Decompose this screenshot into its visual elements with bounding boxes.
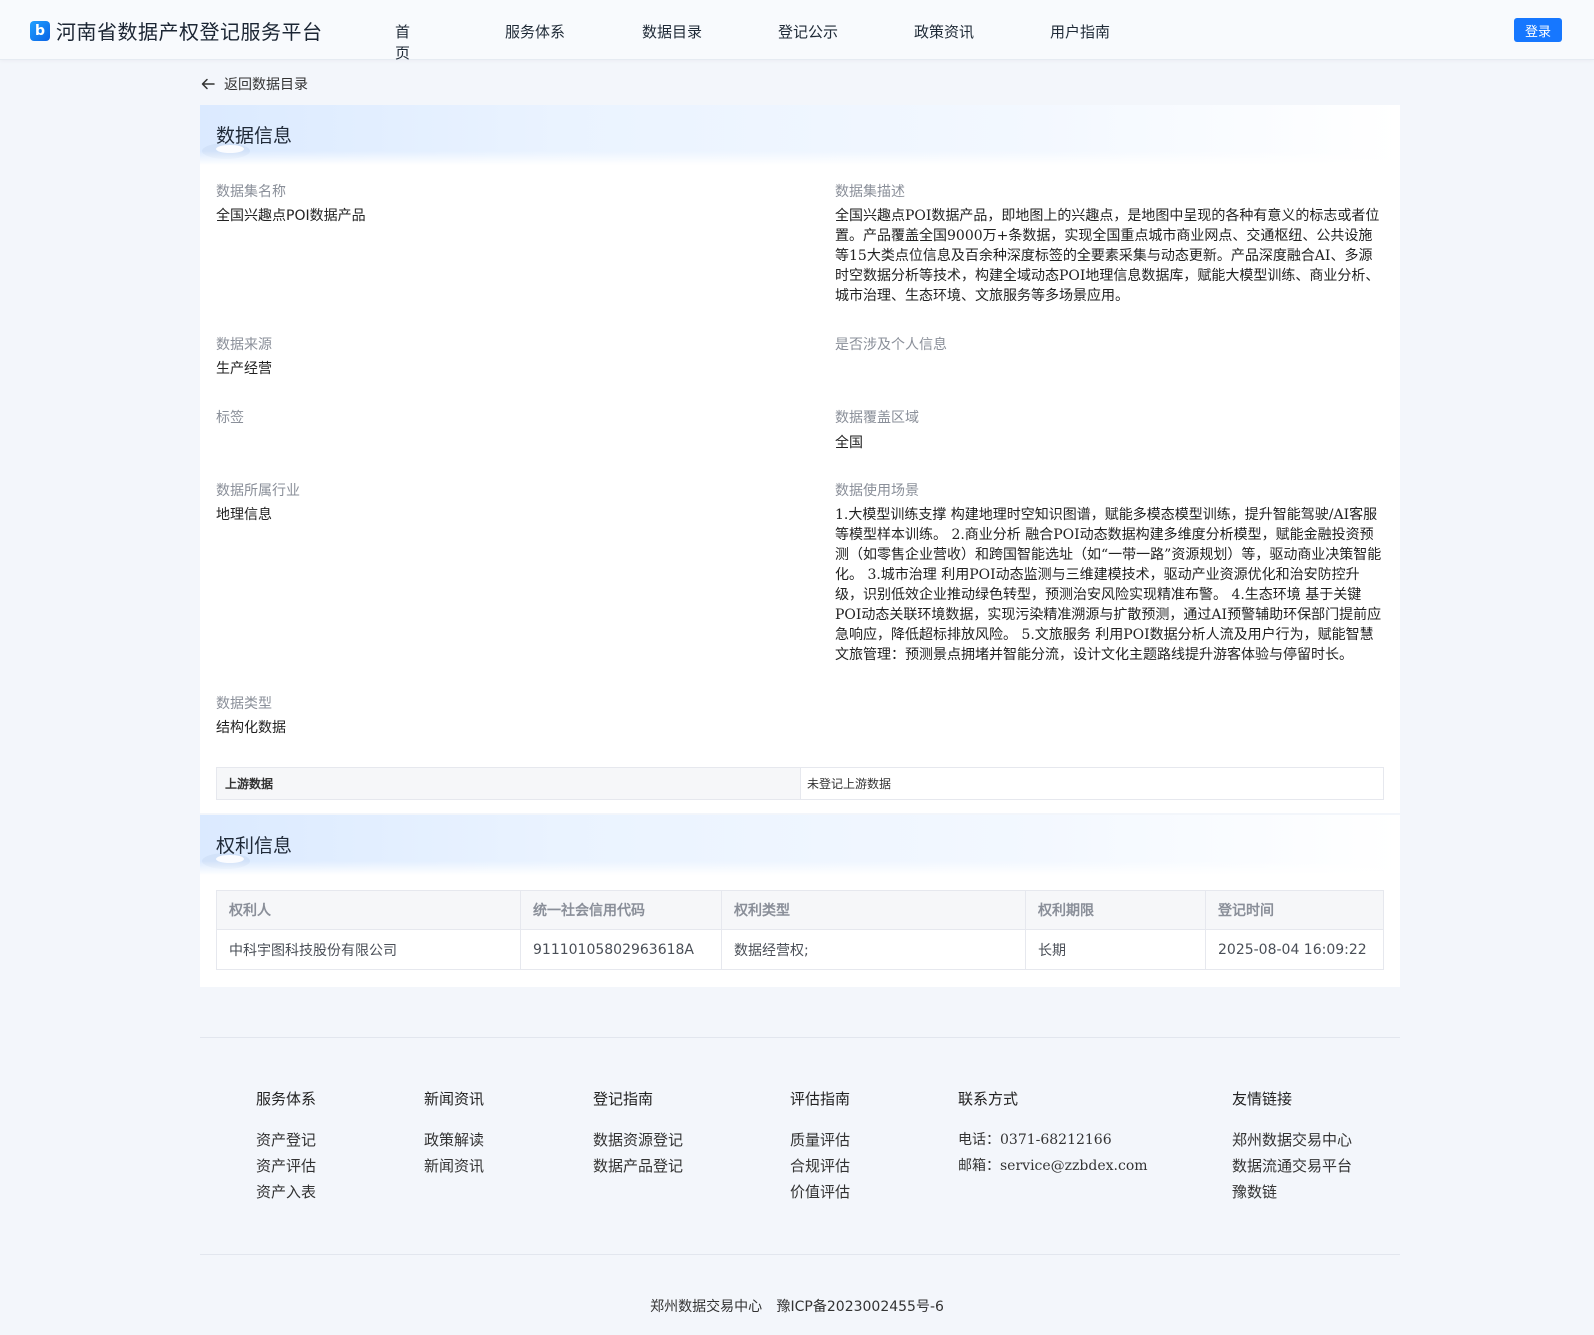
nav-item-policy[interactable]: 政策资讯 — [914, 21, 974, 42]
contact-phone: 电话：0371-68212166 — [958, 1132, 1112, 1148]
footer-column-title: 评估指南 — [790, 1090, 851, 1108]
footer-divider-bottom — [200, 1254, 1400, 1255]
data-info-title: 数据信息 — [216, 125, 293, 147]
column-header-registered-at: 登记时间 — [1205, 890, 1384, 930]
rights-info-header: 权利信息 — [200, 815, 1400, 875]
icp-record[interactable]: 豫ICP备2023002455号-6 — [777, 1299, 944, 1315]
rights-info-panel: 权利信息 权利人 统一社会信用代码 权利类型 权利期限 登记时间 中科宇图科技股… — [200, 815, 1400, 987]
coverage-label: 数据覆盖区域 — [835, 410, 919, 426]
cell-credit-code: 91110105802963618A — [520, 929, 722, 970]
scenarios-label: 数据使用场景 — [835, 483, 919, 499]
back-link-label: 返回数据目录 — [224, 77, 308, 93]
data-info-panel: 数据信息 数据集名称 全国兴趣点POI数据产品 数据集描述 全国兴趣点POI数据… — [200, 105, 1400, 813]
footer-link-compliance[interactable]: 合规评估 — [790, 1153, 850, 1179]
cell-registered-at: 2025-08-04 16:09:22 — [1205, 929, 1384, 970]
column-header-credit-code: 统一社会信用代码 — [520, 890, 722, 930]
footer-link-asset-booking[interactable]: 资产入表 — [256, 1179, 316, 1205]
footer-link-news[interactable]: 新闻资讯 — [424, 1153, 484, 1179]
footer-link-resource-registration[interactable]: 数据资源登记 — [593, 1127, 683, 1153]
nav-item-guide[interactable]: 用户指南 — [1050, 21, 1110, 42]
footer-column-registration-guide: 登记指南 数据资源登记 数据产品登记 — [593, 1088, 683, 1179]
footer-link-asset-evaluation[interactable]: 资产评估 — [256, 1153, 316, 1179]
contact-email[interactable]: 邮箱：service@zzbdex.com — [958, 1153, 1148, 1179]
footer-column-title: 联系方式 — [958, 1090, 1019, 1108]
data-type-label: 数据类型 — [216, 696, 272, 712]
logo-icon: b — [30, 20, 50, 41]
top-header: b 河南省数据产权登记服务平台 首页 服务体系 数据目录 登记公示 政策资讯 用… — [0, 0, 1594, 63]
footer-column-title: 登记指南 — [593, 1090, 654, 1108]
nav-item-catalog[interactable]: 数据目录 — [642, 21, 702, 42]
nav-item-announcements[interactable]: 登记公示 — [778, 21, 838, 42]
footer-column-services: 服务体系 资产登记 资产评估 资产入表 — [256, 1088, 316, 1205]
personal-info-label: 是否涉及个人信息 — [835, 337, 947, 353]
rights-info-title: 权利信息 — [216, 835, 293, 857]
table-header-row: 权利人 统一社会信用代码 权利类型 权利期限 登记时间 — [216, 890, 1384, 930]
footer-link-quality[interactable]: 质量评估 — [790, 1127, 850, 1153]
nav-item-services[interactable]: 服务体系 — [505, 21, 565, 42]
footer-divider-top — [200, 1037, 1400, 1038]
dataset-name-label: 数据集名称 — [216, 184, 286, 200]
footer-link-zzbdex[interactable]: 郑州数据交易中心 — [1232, 1127, 1352, 1153]
footer-link-policy[interactable]: 政策解读 — [424, 1127, 484, 1153]
footer-column-contact: 联系方式 电话：0371-68212166 邮箱：service@zzbdex.… — [958, 1088, 1148, 1179]
table-row: 中科宇图科技股份有限公司 91110105802963618A 数据经营权; 长… — [216, 929, 1384, 970]
footer-column-title: 友情链接 — [1232, 1090, 1293, 1108]
dataset-description-value: 全国兴趣点POI数据产品，即地图上的兴趣点，是地图中呈现的各种有意义的标志或者位… — [835, 208, 1380, 304]
nav-item-home[interactable]: 首页 — [395, 21, 410, 63]
column-header-right-type: 权利类型 — [721, 890, 1026, 930]
footer-link-asset-registration[interactable]: 资产登记 — [256, 1127, 316, 1153]
data-source-label: 数据来源 — [216, 337, 272, 353]
column-header-holder: 权利人 — [216, 890, 521, 930]
footer-org-name: 郑州数据交易中心 — [650, 1299, 763, 1315]
cell-right-type: 数据经营权; — [721, 929, 1026, 970]
site-title: 河南省数据产权登记服务平台 — [56, 20, 323, 44]
tags-label: 标签 — [216, 410, 244, 426]
footer-column-title: 服务体系 — [256, 1090, 317, 1108]
data-source-value: 生产经营 — [216, 361, 272, 377]
coverage-value: 全国 — [835, 435, 863, 451]
footer-column-evaluation-guide: 评估指南 质量评估 合规评估 价值评估 — [790, 1088, 850, 1205]
arrow-left-icon — [201, 78, 215, 90]
scenarios-value: 1.大模型训练支撑 构建地理时空知识图谱，赋能多模态模型训练，提升智能驾驶/AI… — [835, 507, 1382, 663]
data-type-value: 结构化数据 — [216, 720, 286, 736]
footer-link-exchange-platform[interactable]: 数据流通交易平台 — [1232, 1153, 1352, 1179]
footer-link-value[interactable]: 价值评估 — [790, 1179, 850, 1205]
industry-value: 地理信息 — [216, 507, 272, 523]
industry-label: 数据所属行业 — [216, 483, 300, 499]
data-info-header: 数据信息 — [200, 105, 1400, 165]
site-logo[interactable]: b 河南省数据产权登记服务平台 — [30, 16, 323, 45]
dataset-name-value: 全国兴趣点POI数据产品 — [216, 208, 366, 224]
footer-link-yushulian[interactable]: 豫数链 — [1232, 1179, 1352, 1205]
dataset-description-label: 数据集描述 — [835, 184, 905, 200]
copyright-bar: 郑州数据交易中心 豫ICP备2023002455号-6 — [0, 1296, 1594, 1316]
column-header-term: 权利期限 — [1025, 890, 1206, 930]
cell-term: 长期 — [1025, 929, 1206, 970]
upstream-data-label: 上游数据 — [217, 768, 801, 799]
upstream-data-table: 上游数据 未登记上游数据 — [216, 767, 1384, 800]
rights-table: 权利人 统一社会信用代码 权利类型 权利期限 登记时间 中科宇图科技股份有限公司… — [216, 890, 1384, 970]
back-to-catalog-link[interactable]: 返回数据目录 — [200, 74, 308, 94]
login-button[interactable]: 登录 — [1514, 18, 1562, 42]
footer-column-title: 新闻资讯 — [424, 1090, 485, 1108]
footer-column-friend-links: 友情链接 郑州数据交易中心 数据流通交易平台 豫数链 — [1232, 1088, 1352, 1205]
footer-link-product-registration[interactable]: 数据产品登记 — [593, 1153, 683, 1179]
upstream-data-value: 未登记上游数据 — [807, 777, 892, 791]
cell-holder: 中科宇图科技股份有限公司 — [216, 929, 521, 970]
footer-column-news: 新闻资讯 政策解读 新闻资讯 — [424, 1088, 484, 1179]
